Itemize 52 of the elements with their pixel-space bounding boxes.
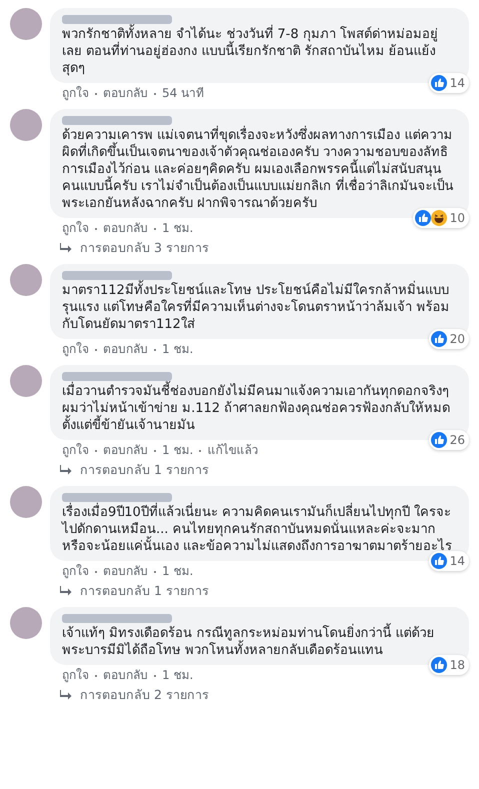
action-link[interactable]: ตอบกลับ — [103, 443, 148, 458]
thumbs-up-icon — [430, 553, 447, 569]
action-link[interactable]: ตอบกลับ — [103, 564, 148, 579]
replies-link[interactable]: การตอบกลับ 1 รายการ — [50, 458, 219, 478]
separator-dot — [95, 450, 97, 452]
thumbs-up-icon — [430, 432, 447, 448]
reaction-badge[interactable]: 14 — [428, 73, 469, 93]
thumbs-up-icon — [430, 657, 447, 673]
laughing-face-icon — [430, 210, 447, 226]
separator-dot — [199, 450, 202, 452]
separator-dot — [154, 228, 156, 230]
reaction-badge[interactable]: 20 — [428, 329, 469, 349]
replies-link[interactable]: การตอบกลับ 3 รายการ — [50, 236, 219, 256]
replies-link[interactable]: การตอบกลับ 2 รายการ — [50, 683, 219, 703]
reply-arrow-icon — [60, 690, 72, 700]
avatar[interactable] — [10, 365, 42, 397]
reaction-badge[interactable]: 10 — [412, 208, 469, 228]
reply-arrow-icon — [60, 465, 72, 475]
action-link[interactable]: ถูกใจ — [62, 443, 89, 458]
separator-dot — [154, 348, 156, 350]
separator-dot — [95, 228, 97, 230]
reaction-badge[interactable]: 14 — [428, 551, 469, 571]
action-link[interactable]: ตอบกลับ — [103, 668, 148, 683]
avatar[interactable] — [10, 264, 42, 296]
separator-dot — [95, 348, 97, 350]
separator-dot — [154, 450, 156, 452]
action-link[interactable]: ตอบกลับ — [103, 221, 148, 236]
avatar[interactable] — [10, 109, 42, 141]
separator-dot — [154, 674, 156, 676]
reply-arrow-icon — [60, 586, 72, 596]
action-link[interactable]: ตอบกลับ — [103, 342, 148, 357]
separator-dot — [154, 92, 156, 94]
separator-dot — [154, 570, 156, 572]
action-link[interactable]: ถูกใจ — [62, 668, 89, 683]
avatar[interactable] — [10, 486, 42, 518]
reaction-badge[interactable]: 26 — [428, 430, 469, 450]
replies-link[interactable]: การตอบกลับ 1 รายการ — [50, 579, 219, 599]
reply-arrow-icon — [60, 243, 72, 253]
reaction-badge[interactable]: 18 — [428, 655, 469, 675]
thumbs-up-icon — [414, 210, 431, 226]
action-link[interactable]: ตอบกลับ — [103, 86, 148, 101]
separator-dot — [95, 674, 97, 676]
action-link[interactable]: ถูกใจ — [62, 342, 89, 357]
action-link[interactable]: ถูกใจ — [62, 564, 89, 579]
avatar[interactable] — [10, 607, 42, 639]
avatar[interactable] — [10, 8, 42, 40]
separator-dot — [95, 92, 97, 94]
action-link[interactable]: ถูกใจ — [62, 86, 89, 101]
thumbs-up-icon — [430, 75, 447, 91]
thumbs-up-icon — [430, 331, 447, 347]
separator-dot — [95, 570, 97, 572]
action-link[interactable]: ถูกใจ — [62, 221, 89, 236]
